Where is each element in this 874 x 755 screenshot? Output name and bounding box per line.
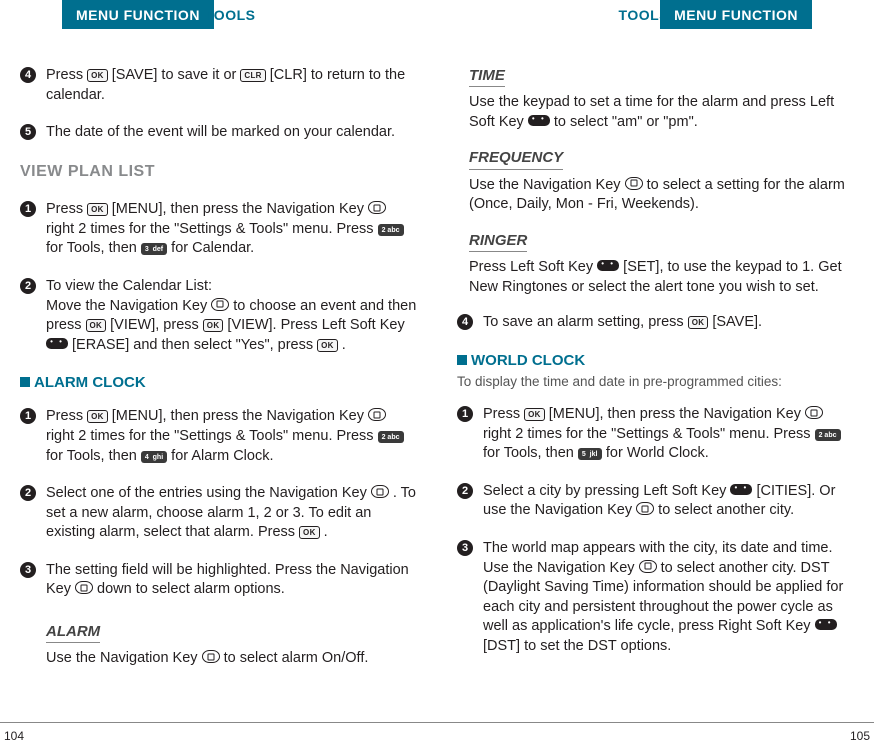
- key-5jkl-icon: 5 jkl: [578, 448, 602, 460]
- key-2abc-icon: 2 abc: [378, 431, 404, 443]
- sub-ringer: RINGER: [469, 231, 527, 252]
- nav-key-icon: [371, 485, 389, 498]
- soft-key-icon: [815, 619, 837, 630]
- wc-step-1-body: Press OK [MENU], then press the Navigati…: [483, 405, 854, 464]
- section-view-plan-list: VIEW PLAN LIST: [20, 161, 417, 183]
- ac-step-3: 3 The setting field will be highlighted.…: [20, 561, 417, 600]
- ok-key-icon: OK: [317, 339, 338, 352]
- soft-key-icon: [528, 115, 550, 126]
- page-number-left: 104: [4, 729, 24, 743]
- bullet-1: 1: [20, 201, 36, 217]
- nav-key-icon: [368, 201, 386, 214]
- header-tools-left: TOOLS: [205, 7, 255, 23]
- vpl-step-1-body: Press OK [MENU], then press the Navigati…: [46, 200, 417, 259]
- soft-key-icon: [730, 484, 752, 495]
- ok-key-icon: OK: [203, 319, 224, 332]
- sub-alarm: ALARM: [46, 622, 100, 643]
- section-world-clock: WORLD CLOCK: [457, 351, 854, 371]
- step-5-left: 5 The date of the event will be marked o…: [20, 123, 417, 143]
- soft-key-icon: [597, 260, 619, 271]
- sub-ringer-body: Press Left Soft Key [SET], to use the ke…: [469, 258, 854, 297]
- ok-key-icon: OK: [688, 316, 709, 329]
- ac-step-1-body: Press OK [MENU], then press the Navigati…: [46, 407, 417, 466]
- page-number-right: 105: [850, 729, 870, 743]
- vpl-step-1: 1 Press OK [MENU], then press the Naviga…: [20, 200, 417, 259]
- bullet-2: 2: [457, 483, 473, 499]
- square-icon: [20, 377, 30, 387]
- sub-frequency-body: Use the Navigation Key to select a setti…: [469, 176, 854, 215]
- world-clock-intro: To display the time and date in pre-prog…: [457, 373, 854, 391]
- ok-key-icon: OK: [524, 408, 545, 421]
- ok-key-icon: OK: [87, 410, 108, 423]
- ac-step-2: 2 Select one of the entries using the Na…: [20, 484, 417, 543]
- ok-key-icon: OK: [86, 319, 107, 332]
- step-4-left: 4 Press OK [SAVE] to save it or CLR [CLR…: [20, 66, 417, 105]
- key-2abc-icon: 2 abc: [378, 224, 404, 236]
- step-4-right-body: To save an alarm setting, press OK [SAVE…: [483, 313, 854, 333]
- page-left: MENU FUNCTION TOOLS 4 Press OK [SAVE] to…: [0, 0, 437, 755]
- page-right: TOOLS MENU FUNCTION TIME Use the keypad …: [437, 0, 874, 755]
- section-world-clock-label: WORLD CLOCK: [471, 352, 585, 369]
- soft-key-icon: [46, 338, 68, 349]
- bullet-1: 1: [20, 408, 36, 424]
- bullet-4: 4: [457, 314, 473, 330]
- nav-key-icon: [211, 298, 229, 311]
- bullet-1: 1: [457, 406, 473, 422]
- wc-step-1: 1 Press OK [MENU], then press the Naviga…: [457, 405, 854, 464]
- sub-time-body: Use the keypad to set a time for the ala…: [469, 93, 854, 132]
- nav-key-icon: [805, 406, 823, 419]
- sub-time: TIME: [469, 66, 505, 87]
- ok-key-icon: OK: [299, 526, 320, 539]
- wc-step-3-body: The world map appears with the city, its…: [483, 539, 854, 656]
- ac-step-2-body: Select one of the entries using the Navi…: [46, 484, 417, 543]
- ok-key-icon: OK: [87, 203, 108, 216]
- bullet-3: 3: [20, 562, 36, 578]
- key-4ghi-icon: 4 ghi: [141, 451, 167, 463]
- left-content: 4 Press OK [SAVE] to save it or CLR [CLR…: [20, 38, 417, 669]
- square-icon: [457, 355, 467, 365]
- nav-key-icon: [368, 408, 386, 421]
- step-5-left-body: The date of the event will be marked on …: [46, 123, 417, 143]
- footer-rule: [0, 722, 874, 723]
- nav-key-icon: [639, 560, 657, 573]
- nav-key-icon: [202, 650, 220, 663]
- key-3def-icon: 3 def: [141, 243, 167, 255]
- nav-key-icon: [625, 177, 643, 190]
- sub-alarm-body: Use the Navigation Key to select alarm O…: [46, 649, 417, 669]
- section-alarm-clock-label: ALARM CLOCK: [34, 374, 146, 391]
- sub-frequency: FREQUENCY: [469, 148, 563, 169]
- vpl-step-2: 2 To view the Calendar List: Move the Na…: [20, 277, 417, 355]
- bullet-3: 3: [457, 540, 473, 556]
- header-row-right: TOOLS MENU FUNCTION: [457, 0, 854, 38]
- step-4-left-body: Press OK [SAVE] to save it or CLR [CLR] …: [46, 66, 417, 105]
- tab-menu-function: MENU FUNCTION: [62, 0, 214, 29]
- clr-key-icon: CLR: [240, 69, 265, 82]
- ok-key-icon: OK: [87, 69, 108, 82]
- nav-key-icon: [75, 581, 93, 594]
- wc-step-3: 3 The world map appears with the city, i…: [457, 539, 854, 656]
- bullet-2: 2: [20, 278, 36, 294]
- wc-step-2: 2 Select a city by pressing Left Soft Ke…: [457, 482, 854, 521]
- header-row-left: MENU FUNCTION TOOLS: [20, 0, 417, 38]
- right-content: TIME Use the keypad to set a time for th…: [457, 38, 854, 656]
- tab-menu-function-right: MENU FUNCTION: [660, 0, 812, 29]
- section-alarm-clock: ALARM CLOCK: [20, 373, 417, 393]
- bullet-4: 4: [20, 67, 36, 83]
- wc-step-2-body: Select a city by pressing Left Soft Key …: [483, 482, 854, 521]
- ac-step-1: 1 Press OK [MENU], then press the Naviga…: [20, 407, 417, 466]
- ac-step-3-body: The setting field will be highlighted. P…: [46, 561, 417, 600]
- vpl-step-2-body: To view the Calendar List: Move the Navi…: [46, 277, 417, 355]
- bullet-5: 5: [20, 124, 36, 140]
- key-2abc-icon: 2 abc: [815, 429, 841, 441]
- bullet-2: 2: [20, 485, 36, 501]
- step-4-right: 4 To save an alarm setting, press OK [SA…: [457, 313, 854, 333]
- nav-key-icon: [636, 502, 654, 515]
